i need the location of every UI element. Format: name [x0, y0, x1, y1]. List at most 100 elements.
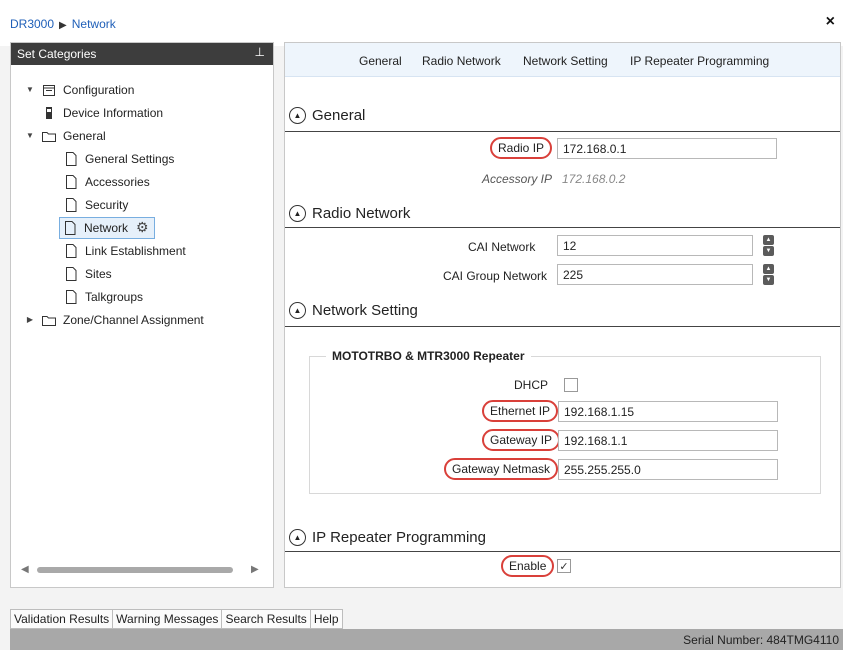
gear-icon[interactable]: ⚙: [136, 219, 149, 236]
enable-label: Enable: [501, 555, 555, 577]
expand-down-icon[interactable]: ▼: [23, 131, 37, 140]
section-divider: [285, 131, 840, 132]
section-title: Network Setting: [312, 302, 418, 319]
tree-label: General Settings: [85, 151, 175, 166]
close-icon[interactable]: ×: [826, 13, 835, 31]
tab-network-setting[interactable]: Network Setting: [523, 54, 608, 68]
cai-network-stepper[interactable]: ▲ ▼: [763, 235, 774, 256]
cai-network-input[interactable]: 12: [557, 235, 753, 256]
expand-right-icon[interactable]: ▶: [23, 315, 37, 324]
serial-number: Serial Number: 484TMG4110: [683, 633, 839, 647]
breadcrumb-separator-icon: ▶: [59, 20, 67, 31]
tab-ip-repeater-programming[interactable]: IP Repeater Programming: [630, 54, 769, 68]
folder-icon: [41, 312, 57, 328]
section-title: General: [312, 107, 366, 124]
horizontal-scrollbar[interactable]: ◀ ▶: [19, 562, 265, 578]
section-title: Radio Network: [312, 205, 411, 222]
tree-label: Accessories: [85, 174, 150, 189]
radio-ip-label: Radio IP: [490, 137, 553, 159]
tree-item-configuration[interactable]: ▼ Configuration: [23, 78, 204, 101]
collapse-icon[interactable]: ▲: [289, 302, 306, 319]
tab-general[interactable]: General: [359, 54, 402, 68]
cai-group-network-stepper[interactable]: ▲ ▼: [763, 264, 774, 285]
spin-down-icon[interactable]: ▼: [763, 246, 774, 256]
scrollbar-thumb[interactable]: [37, 567, 233, 573]
tab-search-results[interactable]: Search Results: [221, 609, 311, 629]
folder-stack-icon: [41, 82, 57, 98]
repeater-groupbox: MOTOTRBO & MTR3000 Repeater DHCP Etherne…: [309, 349, 821, 494]
gateway-ip-label: Gateway IP: [482, 429, 561, 451]
scroll-right-icon[interactable]: ▶: [251, 564, 259, 575]
ethernet-ip-label: Ethernet IP: [482, 400, 559, 422]
section-title: IP Repeater Programming: [312, 529, 486, 546]
section-divider: [285, 326, 840, 327]
section-tab-bar: General Radio Network Network Setting IP…: [285, 43, 840, 77]
tab-warning-messages[interactable]: Warning Messages: [112, 609, 223, 629]
folder-icon: [41, 128, 57, 144]
breadcrumb-root-link[interactable]: DR3000: [10, 17, 54, 31]
tree-item-security[interactable]: Security: [63, 193, 204, 216]
collapse-icon[interactable]: ▲: [289, 107, 306, 124]
tree-item-device-information[interactable]: Device Information: [23, 101, 204, 124]
collapse-icon[interactable]: ▲: [289, 205, 306, 222]
scroll-left-icon[interactable]: ◀: [21, 564, 29, 575]
spin-up-icon[interactable]: ▲: [763, 235, 774, 245]
tree-label: General: [63, 128, 106, 143]
collapse-icon[interactable]: ▲: [289, 529, 306, 546]
tree-item-link-establishment[interactable]: Link Establishment: [63, 239, 204, 262]
page-icon: [63, 174, 79, 190]
tree-label: Configuration: [63, 82, 135, 97]
tree-label: Sites: [85, 266, 112, 281]
tab-validation-results[interactable]: Validation Results: [10, 609, 114, 629]
tree-item-network-selected[interactable]: Network ⚙: [59, 216, 155, 239]
tree-label: Security: [85, 197, 129, 212]
page-icon: [63, 289, 79, 305]
section-general-header[interactable]: ▲ General: [289, 107, 365, 124]
breadcrumb: DR3000 ▶ Network: [10, 17, 116, 31]
set-categories-title: Set Categories: [17, 47, 97, 61]
pin-icon[interactable]: ⊥: [255, 45, 265, 59]
accessory-ip-label: Accessory IP: [482, 172, 553, 186]
section-divider: [285, 551, 840, 552]
tree-label: Device Information: [63, 105, 164, 120]
accessory-ip-value: 172.168.0.2: [562, 172, 626, 186]
section-ip-repeater-programming-header[interactable]: ▲ IP Repeater Programming: [289, 529, 486, 546]
gateway-netmask-label: Gateway Netmask: [444, 458, 559, 480]
page-icon: [62, 220, 78, 236]
section-radio-network-header[interactable]: ▲ Radio Network: [289, 205, 410, 222]
cai-network-label: CAI Network: [468, 240, 536, 254]
gateway-ip-input[interactable]: 192.168.1.1: [558, 430, 778, 451]
tab-help[interactable]: Help: [309, 609, 343, 629]
tree-item-talkgroups[interactable]: Talkgroups: [63, 285, 204, 308]
tree-item-general[interactable]: ▼ General: [23, 124, 204, 147]
spin-down-icon[interactable]: ▼: [763, 275, 774, 285]
tree-item-sites[interactable]: Sites: [63, 262, 204, 285]
tree-view: ▼ Configuration Device Information ▼ Gen…: [23, 78, 204, 331]
radio-ip-input[interactable]: 172.168.0.1: [557, 138, 777, 159]
cai-group-network-input[interactable]: 225: [557, 264, 753, 285]
set-categories-pane: Set Categories ⊥ ▼ Configuration Device …: [10, 42, 274, 588]
dhcp-label: DHCP: [514, 378, 549, 392]
tree-item-network[interactable]: Network ⚙: [59, 216, 204, 239]
gateway-netmask-input[interactable]: 255.255.255.0: [558, 459, 778, 480]
expand-down-icon[interactable]: ▼: [23, 85, 37, 94]
section-divider: [285, 227, 840, 228]
tab-radio-network[interactable]: Radio Network: [422, 54, 501, 68]
tree-item-accessories[interactable]: Accessories: [63, 170, 204, 193]
breadcrumb-current[interactable]: Network: [72, 17, 116, 31]
device-icon: [41, 105, 57, 121]
enable-checkbox[interactable]: ✓: [557, 559, 571, 573]
page-icon: [63, 151, 79, 167]
check-icon: ✓: [559, 560, 569, 573]
tree-item-general-settings[interactable]: General Settings: [63, 147, 204, 170]
page-icon: [63, 266, 79, 282]
section-network-setting-header[interactable]: ▲ Network Setting: [289, 302, 418, 319]
tree-label: Zone/Channel Assignment: [63, 312, 204, 327]
groupbox-title: MOTOTRBO & MTR3000 Repeater: [326, 349, 531, 363]
ethernet-ip-input[interactable]: 192.168.1.15: [558, 401, 778, 422]
tree-item-zone-channel-assignment[interactable]: ▶ Zone/Channel Assignment: [23, 308, 204, 331]
tree-label: Talkgroups: [85, 289, 144, 304]
dhcp-checkbox[interactable]: [564, 378, 578, 392]
cai-group-network-label: CAI Group Network: [443, 269, 548, 283]
spin-up-icon[interactable]: ▲: [763, 264, 774, 274]
